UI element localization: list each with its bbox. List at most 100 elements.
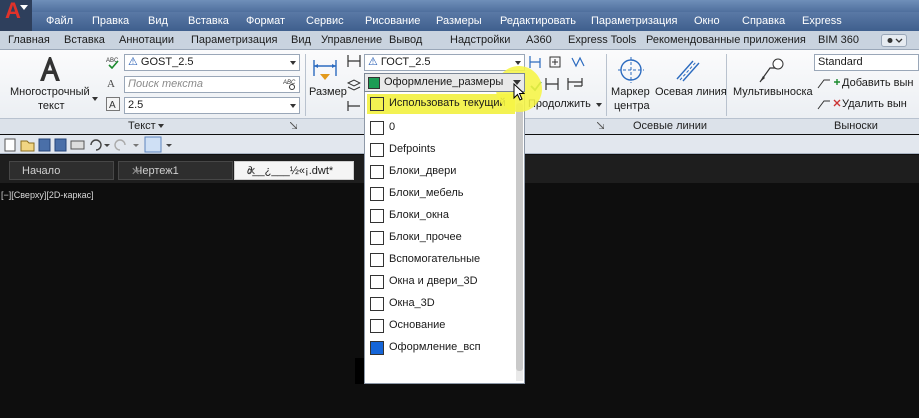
tab-view[interactable]: Вид bbox=[291, 34, 311, 46]
chevron-down-icon[interactable] bbox=[596, 103, 602, 107]
application-menu-button[interactable]: A bbox=[0, 0, 32, 31]
list-item[interactable]: Основание bbox=[367, 316, 515, 336]
chevron-down-icon[interactable] bbox=[92, 97, 98, 101]
tab-featured-apps[interactable]: Рекомендованные приложения bbox=[646, 34, 806, 46]
file-tab-start[interactable]: Начало bbox=[9, 161, 114, 180]
dimension-style-select[interactable]: ⚠ ГОСТ_2.5 bbox=[364, 54, 525, 71]
list-item[interactable]: Вспомогательные bbox=[367, 250, 515, 270]
chevron-down-icon[interactable] bbox=[133, 144, 139, 147]
menu-item-view[interactable]: Вид bbox=[148, 15, 168, 27]
menu-item-draw[interactable]: Рисование bbox=[365, 15, 420, 27]
remove-leader-label[interactable]: Удалить вын bbox=[842, 98, 907, 110]
tab-home[interactable]: Главная bbox=[8, 34, 50, 46]
chevron-down-icon[interactable] bbox=[104, 144, 110, 147]
close-icon[interactable]: ✕ bbox=[131, 165, 224, 178]
ribbon-options-button[interactable] bbox=[881, 34, 907, 47]
text-style-value: GOST_2.5 bbox=[140, 56, 194, 68]
spellcheck-icon[interactable]: ABC bbox=[106, 55, 120, 72]
center-mark-label-1[interactable]: Маркер bbox=[611, 86, 650, 98]
tab-output[interactable]: Вывод bbox=[389, 34, 422, 46]
dimension-icon[interactable] bbox=[312, 56, 338, 85]
menu-item-window[interactable]: Окно bbox=[694, 15, 720, 27]
tab-insert[interactable]: Вставка bbox=[64, 34, 105, 46]
mtext-label-1[interactable]: Многострочный bbox=[10, 86, 90, 98]
chevron-down-icon bbox=[515, 61, 521, 65]
menu-item-insert[interactable]: Вставка bbox=[188, 15, 229, 27]
list-item[interactable]: Блоки_двери bbox=[367, 162, 515, 182]
scrollbar-thumb[interactable] bbox=[516, 103, 523, 371]
redo-icon[interactable] bbox=[114, 139, 126, 151]
multileader-style-value: Standard bbox=[818, 56, 863, 68]
list-item[interactable]: Блоки_мебель bbox=[367, 184, 515, 204]
file-tab-drawing1[interactable]: Чертеж1 ✕ bbox=[118, 161, 233, 180]
center-mark-icon[interactable] bbox=[618, 57, 644, 86]
find-text-input[interactable]: Поиск текста ABC bbox=[124, 76, 300, 93]
tab-annotate[interactable]: Аннотации bbox=[119, 34, 174, 46]
add-leader-label[interactable]: Добавить вын bbox=[842, 77, 914, 89]
chevron-down-icon bbox=[158, 124, 164, 128]
menu-item-express[interactable]: Express bbox=[802, 15, 842, 27]
remove-leader-icon[interactable] bbox=[816, 97, 842, 114]
close-icon[interactable]: ✕ bbox=[247, 165, 345, 178]
viewport-controls[interactable]: [−][Сверху][2D-каркас] bbox=[1, 190, 94, 200]
menu-item-help[interactable]: Справка bbox=[742, 15, 785, 27]
color-swatch bbox=[370, 341, 384, 355]
panel-launcher-icon[interactable] bbox=[597, 122, 604, 129]
find-text-placeholder: Поиск текста bbox=[128, 78, 203, 90]
color-swatch bbox=[370, 187, 384, 201]
layer-dropdown-list[interactable]: Использовать текущий 0 Defpoints Блоки_д… bbox=[364, 88, 525, 384]
mouse-cursor-icon bbox=[513, 83, 525, 101]
list-item[interactable]: Окна и двери_3D bbox=[367, 272, 515, 292]
menu-item-parametric[interactable]: Параметризация bbox=[591, 15, 677, 27]
tab-express-tools[interactable]: Express Tools bbox=[568, 34, 636, 46]
centerline-label[interactable]: Осевая линия bbox=[655, 86, 727, 98]
center-mark-label-2[interactable]: центра bbox=[614, 100, 650, 112]
multileader-label[interactable]: Мультивыноска bbox=[733, 86, 813, 98]
text-group-label[interactable]: Текст bbox=[128, 120, 156, 132]
menu-item-edit[interactable]: Правка bbox=[92, 15, 129, 27]
quick-dimension-icon[interactable] bbox=[528, 54, 594, 73]
tab-manage[interactable]: Управление bbox=[321, 34, 382, 46]
list-item[interactable]: Блоки_прочее bbox=[367, 228, 515, 248]
list-item[interactable]: 0 bbox=[367, 118, 515, 138]
menu-item-modify[interactable]: Редактировать bbox=[500, 15, 576, 27]
mtext-icon[interactable] bbox=[38, 55, 62, 86]
save-as-icon[interactable] bbox=[54, 138, 67, 152]
centerline-icon[interactable] bbox=[675, 57, 701, 86]
multileader-style-select[interactable]: Standard bbox=[814, 54, 919, 71]
text-style-select[interactable]: ⚠ GOST_2.5 bbox=[124, 54, 300, 71]
mtext-label-2[interactable]: текст bbox=[38, 100, 65, 112]
dimension-layer-select[interactable]: Оформление_размеры bbox=[364, 73, 525, 92]
menu-item-tools[interactable]: Сервис bbox=[306, 15, 344, 27]
chevron-down-icon bbox=[290, 104, 296, 108]
tab-a360[interactable]: A360 bbox=[526, 34, 552, 46]
menu-item-format[interactable]: Формат bbox=[246, 15, 285, 27]
multileader-icon[interactable] bbox=[758, 56, 786, 87]
list-item[interactable]: Defpoints bbox=[367, 140, 515, 160]
undo-icon[interactable] bbox=[90, 139, 102, 151]
dimension-adjust-icon[interactable] bbox=[544, 76, 588, 95]
workspace-icon[interactable] bbox=[144, 136, 162, 153]
save-icon[interactable] bbox=[38, 138, 51, 152]
tab-bim360[interactable]: BIM 360 bbox=[818, 34, 859, 46]
list-item-label: Блоки_прочее bbox=[389, 231, 462, 243]
list-item[interactable]: Блоки_окна bbox=[367, 206, 515, 226]
file-tab-active[interactable]: ∂__¿___½«¡.dwt* ✕ bbox=[234, 161, 354, 180]
add-leader-icon[interactable] bbox=[816, 76, 842, 93]
menu-item-dimension[interactable]: Размеры bbox=[436, 15, 482, 27]
list-item[interactable]: Оформление_всп bbox=[367, 338, 515, 358]
find-replace-icon[interactable]: ABC bbox=[283, 78, 297, 91]
list-item[interactable]: Использовать текущий bbox=[367, 94, 515, 114]
chevron-down-icon[interactable] bbox=[166, 144, 172, 147]
tab-parametric[interactable]: Параметризация bbox=[191, 34, 277, 46]
text-height-select[interactable]: 2.5 bbox=[124, 97, 300, 114]
new-file-icon[interactable] bbox=[4, 138, 16, 152]
panel-launcher-icon[interactable] bbox=[290, 122, 297, 129]
open-file-icon[interactable] bbox=[20, 140, 35, 152]
list-item-label: Блоки_окна bbox=[389, 209, 449, 221]
menu-item-file[interactable]: Файл bbox=[46, 15, 73, 27]
list-item[interactable]: Окна_3D bbox=[367, 294, 515, 314]
plot-icon[interactable] bbox=[70, 140, 85, 150]
dimension-label[interactable]: Размер bbox=[309, 86, 347, 98]
tab-addins[interactable]: Надстройки bbox=[450, 34, 510, 46]
